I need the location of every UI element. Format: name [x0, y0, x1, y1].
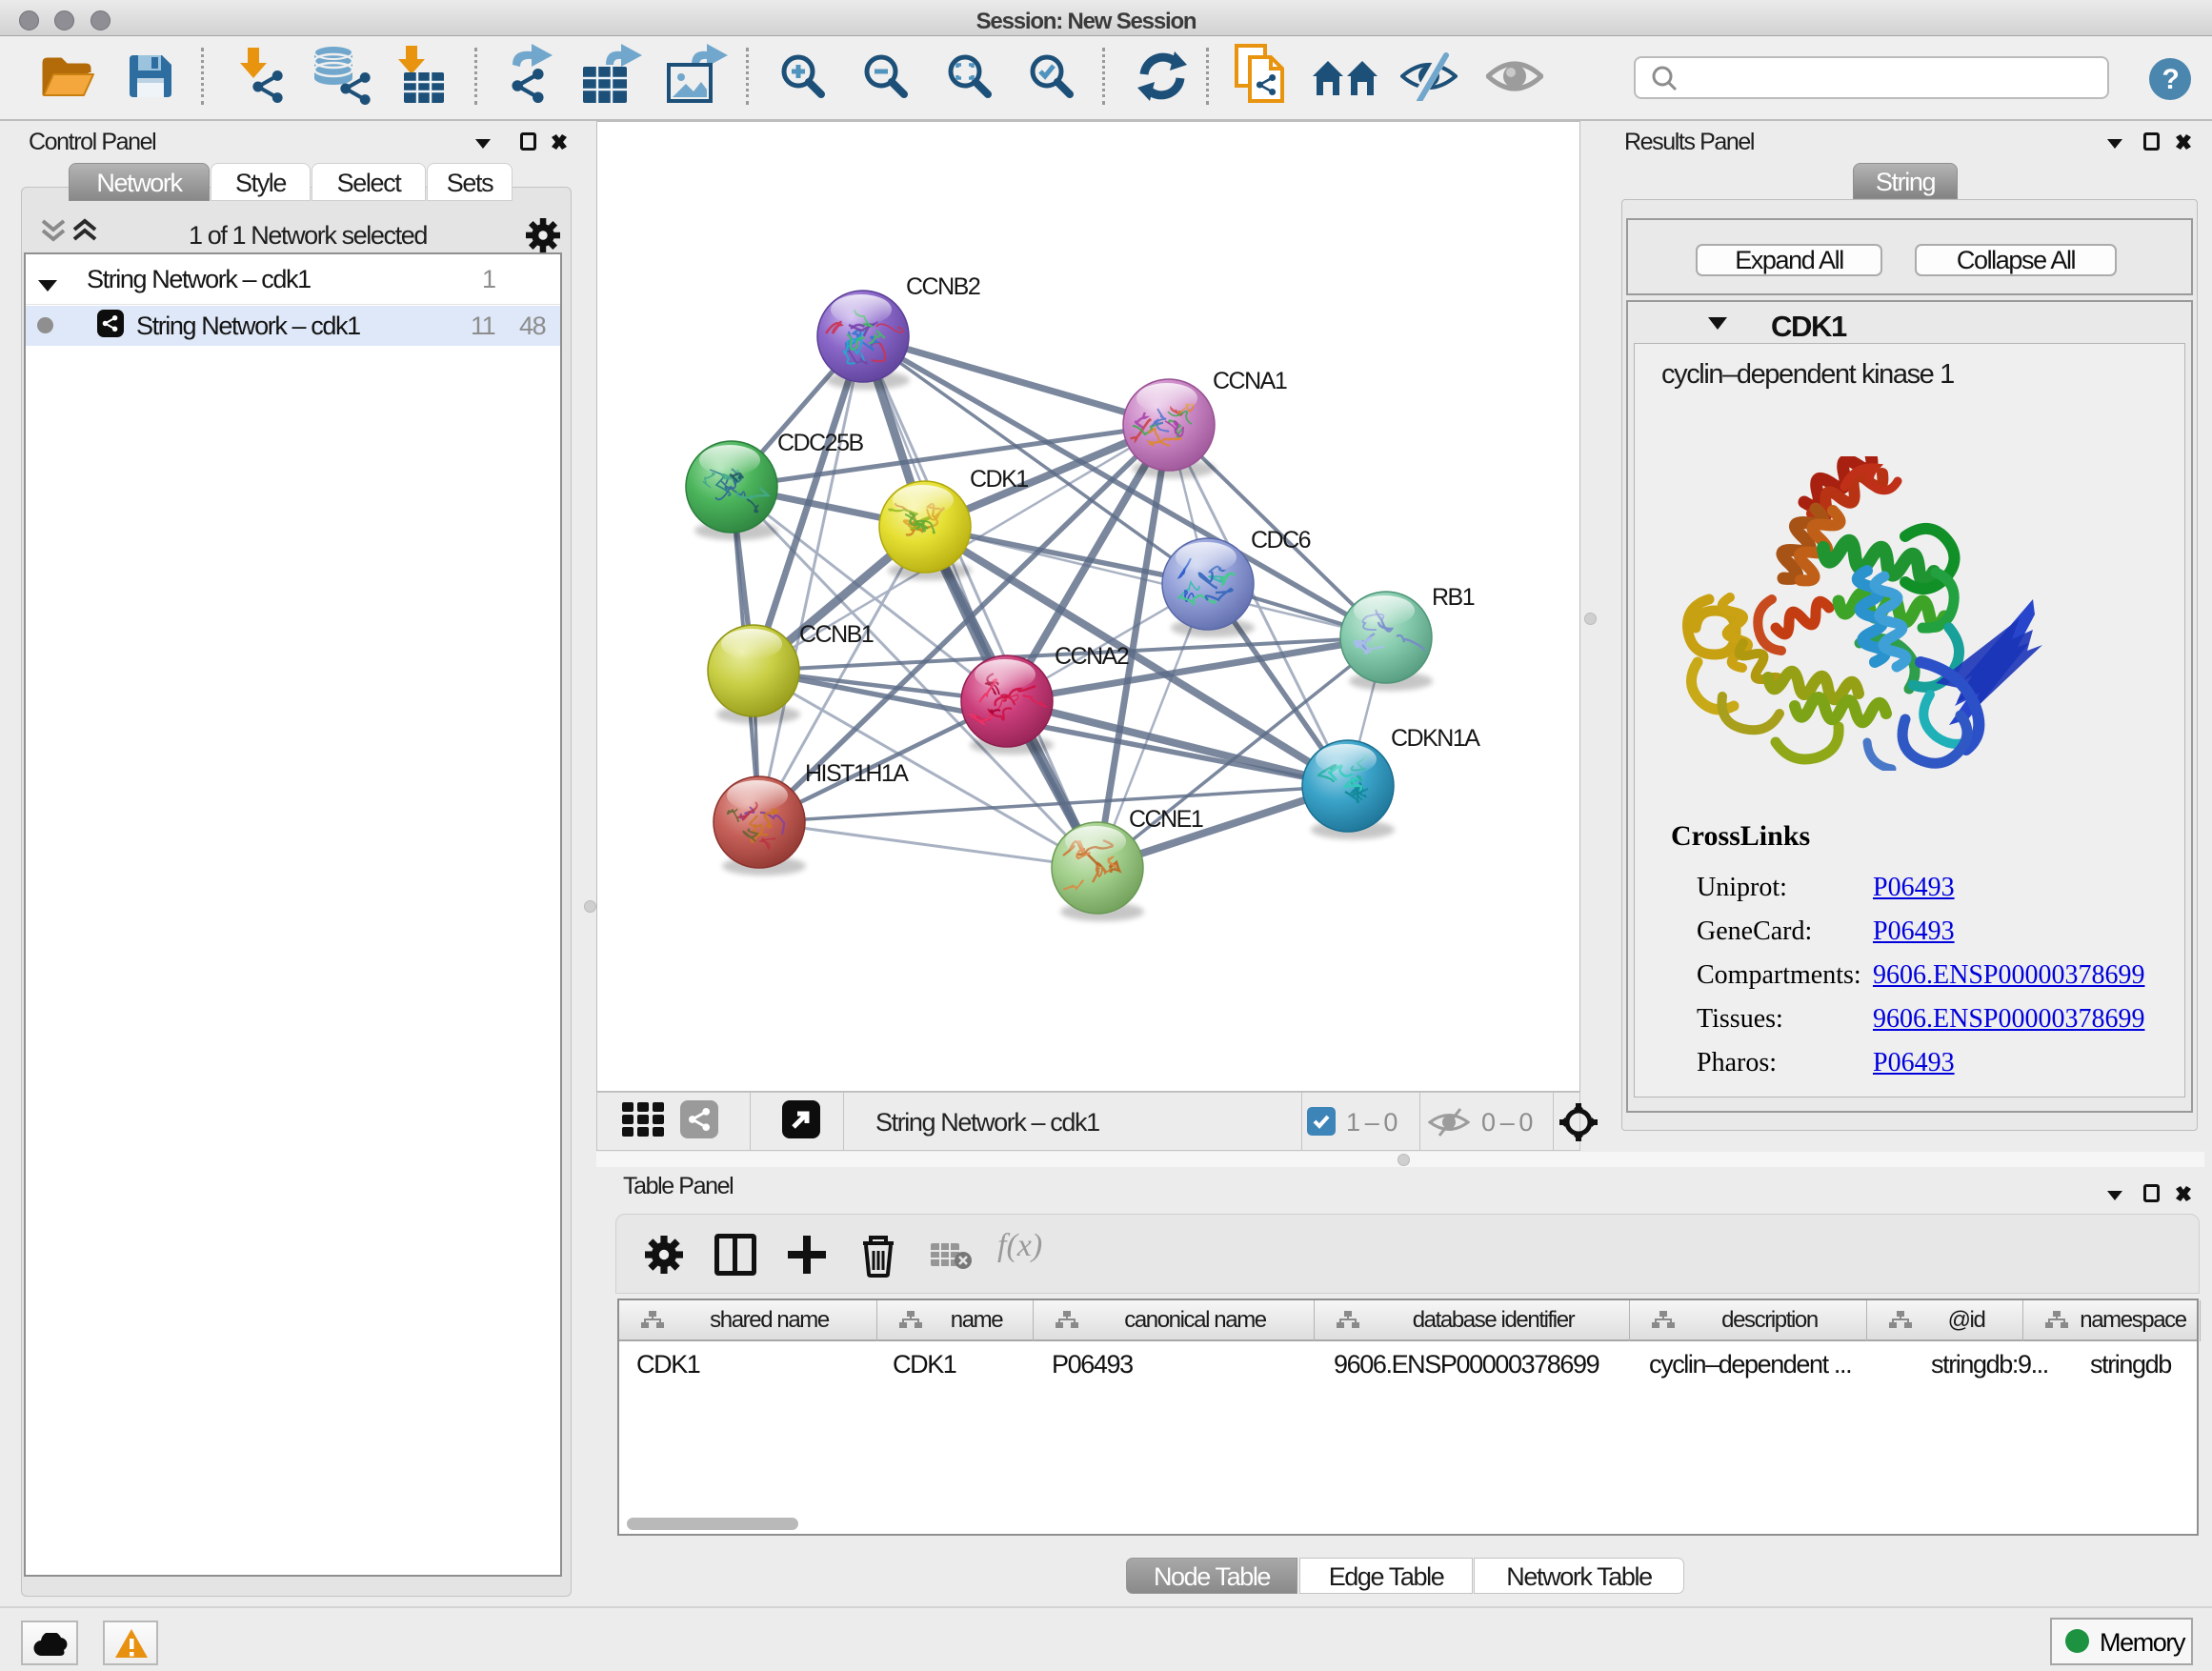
svg-text:?: ?	[2162, 64, 2179, 95]
svg-text:RB1: RB1	[1432, 584, 1475, 611]
svg-text:CCNB2: CCNB2	[906, 273, 980, 300]
svg-text:CDC6: CDC6	[1251, 527, 1311, 554]
svg-text:CCNA2: CCNA2	[1055, 643, 1129, 670]
svg-text:CDC25B: CDC25B	[777, 430, 863, 456]
svg-text:CDK1: CDK1	[970, 466, 1028, 493]
svg-text:CDKN1A: CDKN1A	[1391, 725, 1480, 752]
svg-text:HIST1H1A: HIST1H1A	[805, 760, 909, 787]
svg-text:CCNA1: CCNA1	[1213, 368, 1287, 394]
svg-text:CCNB1: CCNB1	[799, 621, 874, 648]
svg-text:CCNE1: CCNE1	[1129, 806, 1203, 833]
